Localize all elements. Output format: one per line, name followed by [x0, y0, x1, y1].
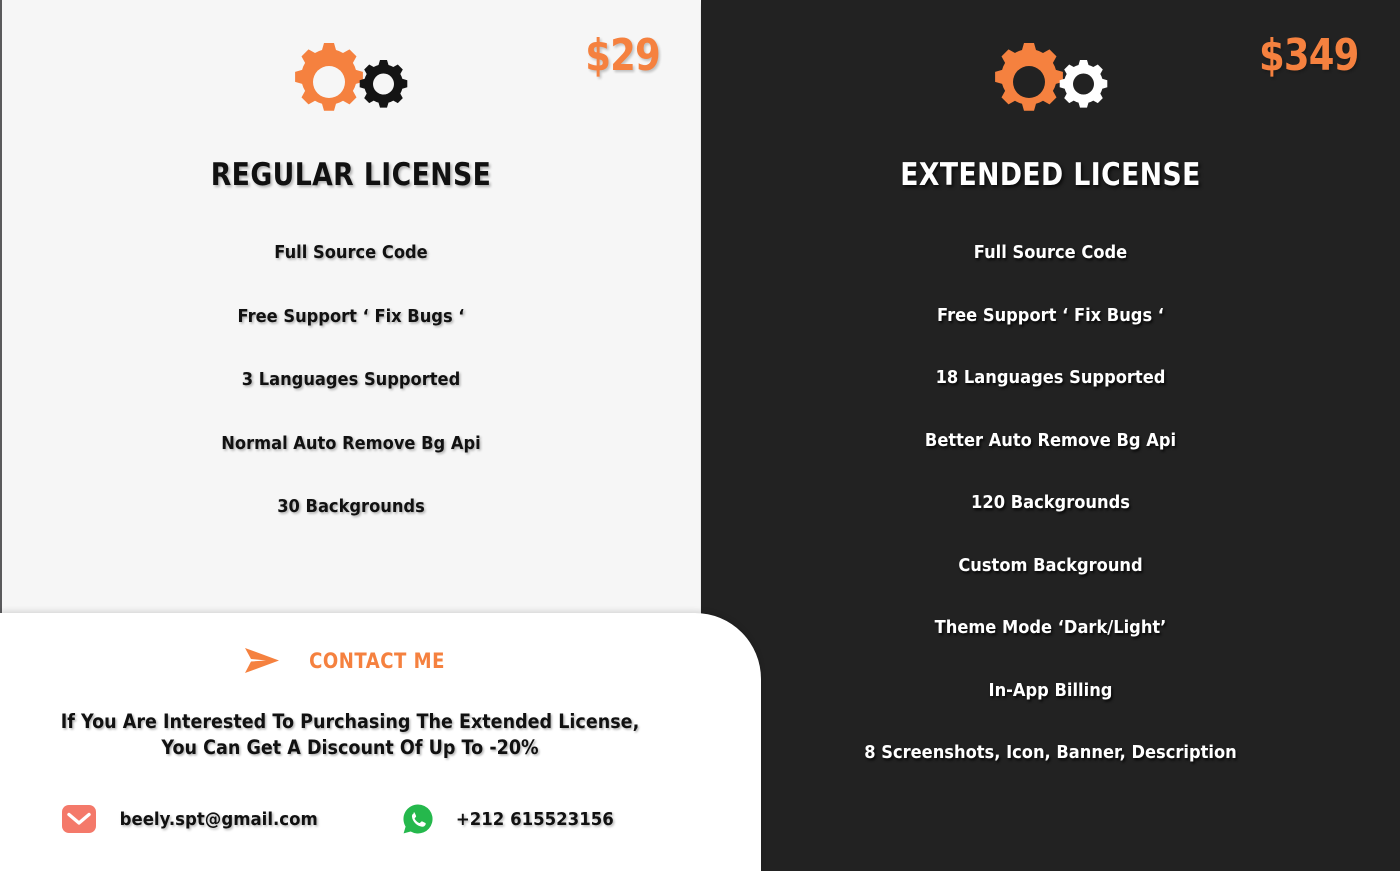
extended-license-panel: $349 EXTENDED LICENSE Full Source Code F… [701, 0, 1400, 871]
feature-item: Normal Auto Remove Bg Api [221, 433, 481, 454]
feature-list-extended: Full Source Code Free Support ‘ Fix Bugs… [701, 243, 1400, 806]
contact-rows: beely.spt@gmail.com +212 615523156 [62, 803, 702, 835]
gear-hole-orange [313, 66, 345, 98]
feature-item: Full Source Code [274, 243, 428, 263]
feature-item: Free Support ‘ Fix Bugs ‘ [237, 306, 465, 327]
contact-header: CONTACT ME [0, 645, 700, 677]
contact-row-phone[interactable]: +212 615523156 [402, 803, 621, 835]
feature-item: Full Source Code [973, 243, 1128, 263]
feature-item: Free Support ‘ Fix Bugs ‘ [936, 305, 1164, 326]
contact-me-label: CONTACT ME [309, 649, 445, 673]
phone-number: +212 615523156 [455, 808, 614, 830]
contact-row-email[interactable]: beely.spt@gmail.com [62, 805, 402, 833]
gears-illustration-regular [276, 36, 426, 128]
feature-list-regular: Full Source Code Free Support ‘ Fix Bugs… [2, 243, 700, 561]
plan-title-extended: EXTENDED LICENSE [900, 157, 1201, 193]
email-address: beely.spt@gmail.com [119, 808, 318, 830]
contact-note-line2: You Can Get A Discount Of Up To -20% [161, 736, 539, 759]
gears-svg [295, 43, 408, 111]
contact-card: CONTACT ME If You Are Interested To Purc… [0, 613, 761, 871]
feature-item: Theme Mode ‘Dark/Light’ [934, 618, 1167, 638]
send-icon [244, 648, 279, 673]
feature-item: 3 Languages Supported [241, 370, 461, 390]
feature-item: 30 Backgrounds [277, 497, 425, 517]
gear-hole-white [1072, 73, 1094, 95]
gears-svg [994, 43, 1107, 111]
gear-hole-orange [1012, 66, 1045, 98]
price-extended: $349 [1258, 30, 1358, 81]
price-regular: $29 [585, 30, 660, 81]
feature-item: In-App Billing [988, 680, 1113, 701]
contact-note-line1: If You Are Interested To Purchasing The … [60, 710, 640, 733]
feature-item: 120 Backgrounds [971, 493, 1130, 513]
feature-item: 18 Languages Supported [935, 368, 1166, 388]
email-icon [62, 805, 96, 833]
gear-hole-black [373, 73, 394, 95]
feature-item: Better Auto Remove Bg Api [924, 430, 1177, 451]
gears-illustration-extended [976, 36, 1126, 128]
contact-note: If You Are Interested To Purchasing The … [35, 709, 665, 761]
plan-title-regular: REGULAR LICENSE [210, 157, 492, 193]
whatsapp-icon [403, 804, 433, 834]
feature-item: Custom Background [958, 555, 1143, 576]
feature-item: 8 Screenshots, Icon, Banner, Description [864, 743, 1237, 763]
regular-license-panel: $29 REGULAR LICENSE Full Source Code Fre… [0, 0, 700, 613]
pricing-comparison-graphic: $29 REGULAR LICENSE Full Source Code Fre… [0, 0, 1400, 871]
